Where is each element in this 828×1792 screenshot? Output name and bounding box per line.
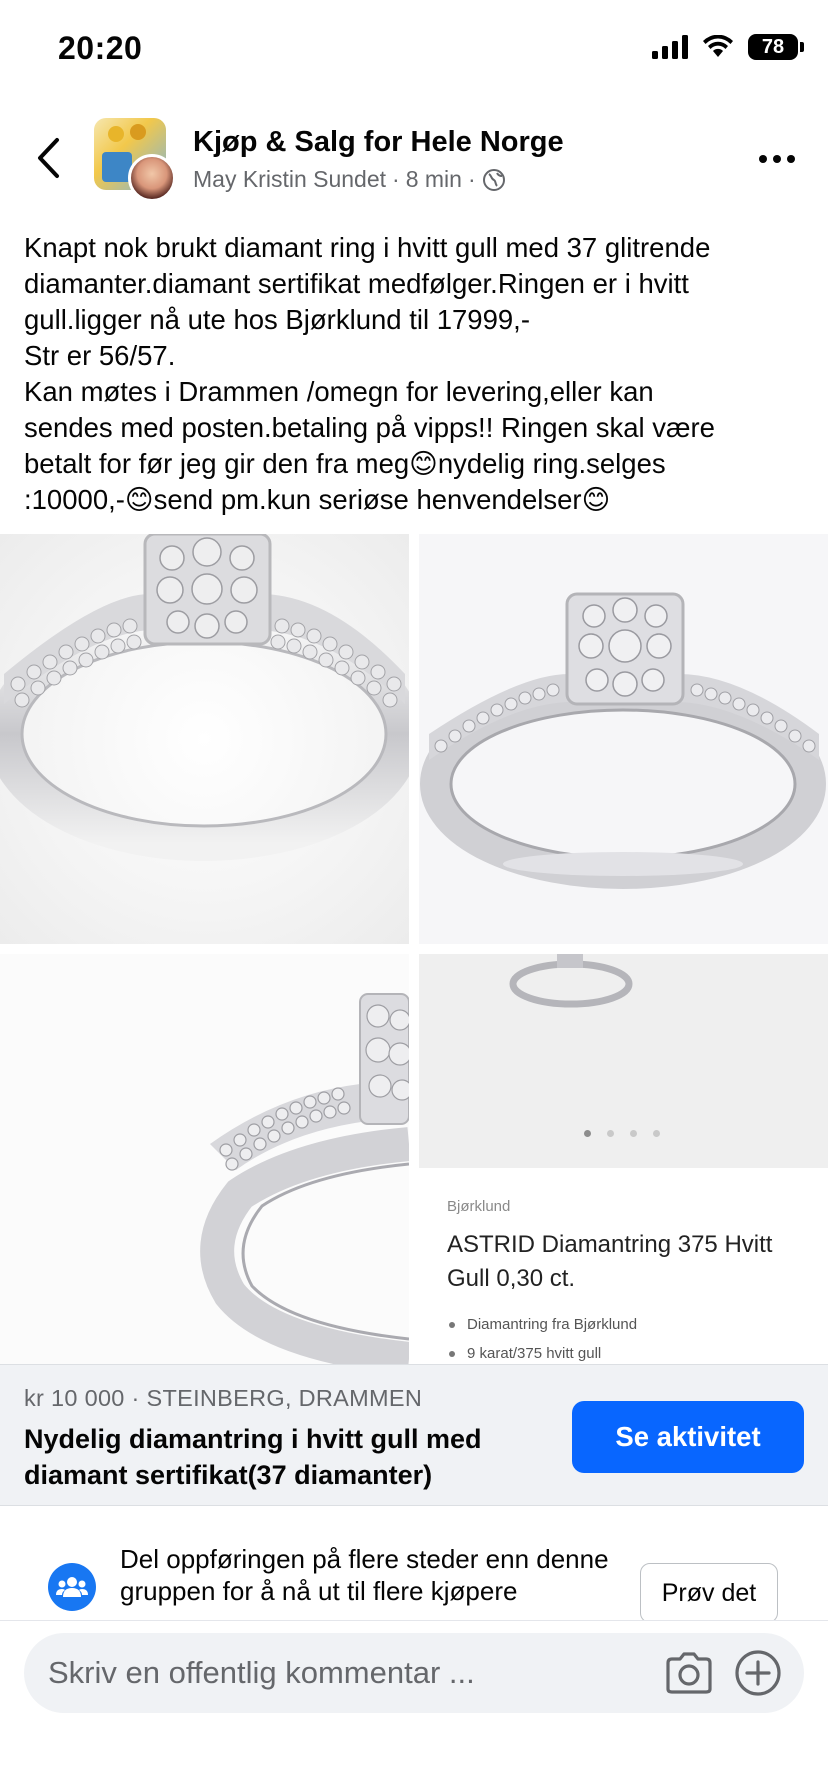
post-meta: May Kristin Sundet · 8 min · bbox=[193, 166, 506, 193]
battery-icon: 78 bbox=[748, 34, 804, 60]
carousel-dots bbox=[584, 1130, 660, 1137]
comment-composer bbox=[0, 1620, 828, 1792]
post-text-line: betalt for før jeg gir den fra meg😊nydel… bbox=[24, 448, 666, 479]
post-header: Kjøp & Salg for Hele Norge May Kristin S… bbox=[0, 110, 828, 210]
post-text-line: Kan møtes i Drammen /omegn for levering,… bbox=[24, 376, 654, 407]
camera-button[interactable] bbox=[664, 1651, 714, 1695]
plus-circle-icon bbox=[735, 1650, 781, 1696]
carousel-dot bbox=[630, 1130, 637, 1137]
ring-image bbox=[0, 534, 409, 861]
add-attachment-button[interactable] bbox=[734, 1649, 782, 1697]
product-bullet: 9 karat/375 hvitt gull bbox=[447, 1345, 637, 1362]
author-avatar[interactable] bbox=[128, 154, 176, 202]
dot-icon bbox=[759, 155, 767, 163]
wifi-icon bbox=[703, 35, 733, 57]
post-text-line: diamanter.diamant sertifikat medfølger.R… bbox=[24, 268, 689, 299]
ring-image bbox=[420, 592, 826, 889]
back-button[interactable] bbox=[26, 132, 70, 184]
post-text-line: sendes med posten.betaling på vipps!! Ri… bbox=[24, 412, 715, 443]
post-photo-4[interactable]: Bjørklund ASTRID Diamantring 375 Hvitt G… bbox=[419, 954, 828, 1364]
share-prompt: Del oppføringen på flere steder enn denn… bbox=[0, 1507, 828, 1622]
carousel-dot bbox=[607, 1130, 614, 1137]
group-name[interactable]: Kjøp & Salg for Hele Norge bbox=[193, 126, 564, 159]
listing-title: Nydelig diamantring i hvitt gull med dia… bbox=[24, 1424, 482, 1490]
product-bullet: Diamantring fra Bjørklund bbox=[447, 1316, 637, 1333]
product-bullets: Diamantring fra Bjørklund 9 karat/375 hv… bbox=[447, 1316, 637, 1364]
post-text-line: gull.ligger nå ute hos Bjørklund til 179… bbox=[24, 304, 530, 335]
ring-image bbox=[200, 993, 409, 1364]
carousel-dot bbox=[584, 1130, 591, 1137]
battery-level: 78 bbox=[761, 35, 785, 58]
share-prompt-text: Del oppføringen på flere steder enn denn… bbox=[120, 1544, 609, 1606]
chevron-left-icon bbox=[38, 138, 59, 178]
status-icons: 78 bbox=[652, 34, 804, 60]
listing-bar[interactable]: kr 10 000 · STEINBERG, DRAMMEN Nydelig d… bbox=[0, 1364, 828, 1506]
post-text-line: Knapt nok brukt diamant ring i hvitt gul… bbox=[24, 232, 711, 263]
author-name[interactable]: May Kristin Sundet bbox=[193, 166, 386, 193]
product-image-area bbox=[419, 954, 828, 1168]
globe-icon bbox=[482, 168, 506, 192]
dot-icon bbox=[787, 155, 795, 163]
meta-separator: · bbox=[467, 166, 476, 192]
post-time[interactable]: 8 min bbox=[406, 166, 462, 193]
post-text-line: Str er 56/57. bbox=[24, 340, 176, 371]
see-activity-button[interactable]: Se aktivitet bbox=[572, 1401, 804, 1473]
product-title: ASTRID Diamantring 375 Hvitt Gull 0,30 c… bbox=[447, 1231, 773, 1292]
post-text-line: :10000,-😊send pm.kun seriøse henvendelse… bbox=[24, 484, 611, 515]
carousel-dot bbox=[653, 1130, 660, 1137]
post-photo-2[interactable] bbox=[419, 534, 828, 944]
post-text: Knapt nok brukt diamant ring i hvitt gul… bbox=[24, 230, 814, 518]
meta-separator: · bbox=[392, 166, 400, 192]
status-bar: 20:20 78 bbox=[0, 0, 828, 100]
status-time: 20:20 bbox=[58, 30, 143, 66]
post-photo-1[interactable] bbox=[0, 534, 409, 944]
group-people-icon bbox=[48, 1563, 96, 1611]
listing-price-location: kr 10 000 · STEINBERG, DRAMMEN bbox=[24, 1385, 423, 1411]
camera-icon bbox=[666, 1652, 712, 1694]
cellular-signal-icon bbox=[652, 35, 688, 59]
dot-icon bbox=[773, 155, 781, 163]
product-brand: Bjørklund bbox=[447, 1198, 511, 1215]
try-it-button[interactable]: Prøv det bbox=[640, 1563, 778, 1622]
post-photo-3[interactable] bbox=[0, 954, 409, 1364]
more-options-button[interactable] bbox=[752, 144, 802, 174]
